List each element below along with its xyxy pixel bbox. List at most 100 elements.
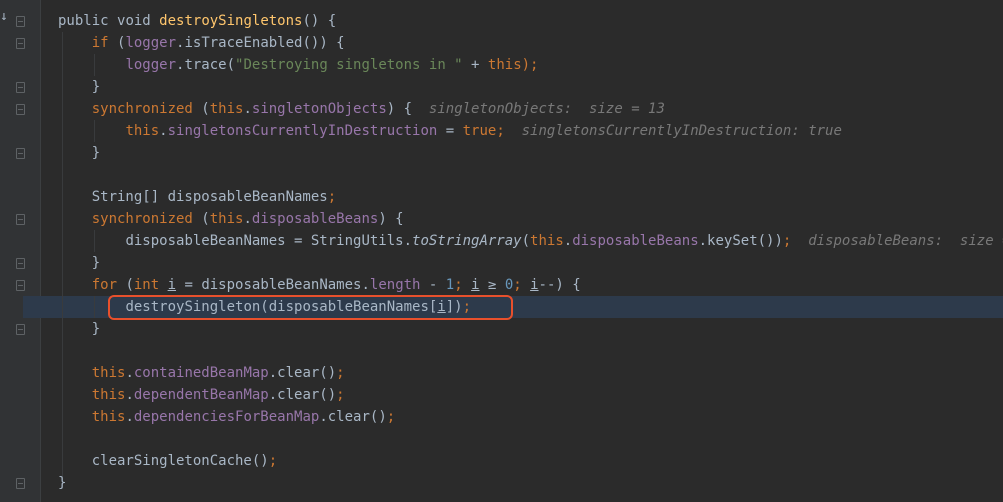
code-editor[interactable]: public void destroySingletons() { if (lo… bbox=[58, 10, 1003, 494]
code-token: --) { bbox=[538, 277, 581, 293]
fold-marker-icon[interactable] bbox=[16, 324, 25, 335]
code-token: ; bbox=[513, 277, 531, 293]
code-token: i bbox=[471, 277, 480, 293]
code-token: . bbox=[563, 233, 573, 249]
code-token: ; bbox=[454, 277, 472, 293]
fold-marker-icon[interactable] bbox=[16, 82, 25, 93]
code-line[interactable]: disposableBeanNames = StringUtils.toStri… bbox=[58, 230, 1003, 252]
code-token: this bbox=[91, 409, 126, 425]
code-token: ( bbox=[201, 211, 210, 227]
code-line[interactable]: } bbox=[58, 142, 1003, 164]
fold-marker-icon[interactable] bbox=[16, 478, 25, 489]
inline-debug-value: singletonsCurrentlyInDestruction: true bbox=[521, 123, 842, 139]
step-into-arrow-icon[interactable]: ↓ bbox=[0, 9, 8, 25]
code-token: .clear() bbox=[319, 409, 387, 425]
code-line[interactable]: this.dependentBeanMap.clear(); bbox=[58, 384, 1003, 406]
code-token: logger bbox=[125, 35, 177, 51]
inline-debug-value: singletonObjects: size = 13 bbox=[428, 101, 665, 117]
code-token: this bbox=[91, 387, 126, 403]
code-token: public bbox=[58, 13, 118, 29]
code-token: this bbox=[91, 365, 126, 381]
code-token: disposableBeans bbox=[572, 233, 699, 249]
code-line[interactable]: String[] disposableBeanNames; bbox=[58, 186, 1003, 208]
inline-debug-value: disposableBeans: size = 0 bbox=[808, 233, 1003, 249]
code-token: length bbox=[369, 277, 421, 293]
code-token: .clear() bbox=[268, 365, 337, 381]
code-token: ( bbox=[201, 101, 210, 117]
code-token: this bbox=[209, 211, 244, 227]
code-token: if bbox=[91, 35, 118, 51]
code-token: dependentBeanMap bbox=[133, 387, 269, 403]
fold-marker-icon[interactable] bbox=[16, 16, 25, 27]
code-token: for bbox=[91, 277, 126, 293]
code-token: + bbox=[462, 57, 488, 73]
code-token: singletonsCurrentlyInDestruction bbox=[167, 123, 438, 139]
code-line[interactable]: } bbox=[58, 318, 1003, 340]
code-token: . bbox=[125, 365, 134, 381]
code-token: this bbox=[125, 123, 160, 139]
code-token: singletonObjects bbox=[251, 101, 387, 117]
code-token: ; bbox=[268, 453, 278, 469]
fold-marker-icon[interactable] bbox=[16, 38, 25, 49]
code-token: synchronized bbox=[91, 211, 202, 227]
code-line[interactable]: } bbox=[58, 76, 1003, 98]
code-line[interactable] bbox=[58, 428, 1003, 450]
code-line[interactable]: } bbox=[58, 472, 1003, 494]
code-token: ; bbox=[386, 409, 396, 425]
code-line[interactable]: clearSingletonCache(); bbox=[58, 450, 1003, 472]
code-token: logger bbox=[125, 57, 177, 73]
code-token: } bbox=[91, 255, 101, 271]
code-line[interactable]: this.singletonsCurrentlyInDestruction = … bbox=[58, 120, 1003, 142]
code-line[interactable] bbox=[58, 340, 1003, 362]
code-line[interactable]: synchronized (this.singletonObjects) { s… bbox=[58, 98, 1003, 120]
code-line[interactable]: logger.trace("Destroying singletons in "… bbox=[58, 54, 1003, 76]
code-line[interactable]: } bbox=[58, 252, 1003, 274]
code-token: synchronized bbox=[91, 101, 202, 117]
fold-marker-icon[interactable] bbox=[16, 148, 25, 159]
code-token: toStringArray bbox=[412, 233, 522, 249]
fold-marker-icon[interactable] bbox=[16, 280, 25, 291]
code-token: i bbox=[167, 277, 177, 293]
fold-marker-icon[interactable] bbox=[16, 258, 25, 269]
code-token: ; bbox=[782, 233, 809, 249]
code-token: i bbox=[530, 277, 539, 293]
code-line[interactable]: public void destroySingletons() { bbox=[58, 10, 1003, 32]
code-token: = bbox=[437, 123, 463, 139]
code-token: .clear() bbox=[268, 387, 337, 403]
code-line[interactable]: this.dependenciesForBeanMap.clear(); bbox=[58, 406, 1003, 428]
code-token: destroySingletons bbox=[159, 13, 303, 29]
code-token: ; bbox=[327, 189, 337, 205]
code-token: . bbox=[159, 123, 168, 139]
code-token: clearSingletonCache() bbox=[91, 453, 269, 469]
code-token: this bbox=[530, 233, 564, 249]
code-token: ; bbox=[496, 123, 522, 139]
highlight-annotation-box bbox=[108, 295, 513, 320]
code-token: disposableBeans bbox=[251, 211, 379, 227]
code-token: } bbox=[58, 475, 67, 491]
code-line[interactable]: for (int i = disposableBeanNames.length … bbox=[58, 274, 1003, 296]
code-token: ( bbox=[125, 277, 134, 293]
code-token: ; bbox=[336, 387, 345, 403]
code-token: - bbox=[420, 277, 446, 293]
fold-marker-icon[interactable] bbox=[16, 214, 25, 225]
code-token: } bbox=[91, 321, 101, 337]
code-token: ≥ bbox=[479, 277, 505, 293]
code-line[interactable]: if (logger.isTraceEnabled()) { bbox=[58, 32, 1003, 54]
code-line[interactable]: this.containedBeanMap.clear(); bbox=[58, 362, 1003, 384]
fold-marker-icon[interactable] bbox=[16, 104, 25, 115]
code-line[interactable] bbox=[58, 164, 1003, 186]
code-line[interactable]: synchronized (this.disposableBeans) { bbox=[58, 208, 1003, 230]
